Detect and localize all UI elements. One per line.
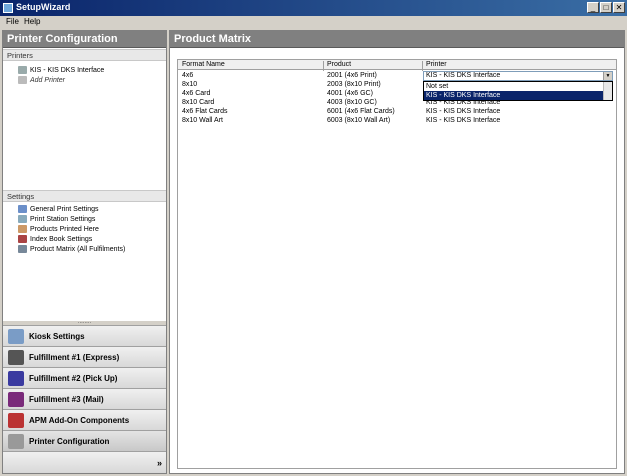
cell-printer[interactable]: KIS - KIS DKS Interface <box>426 108 500 115</box>
nav-fulfillment-mail[interactable]: Fulfillment #3 (Mail) <box>3 388 166 409</box>
nav-kiosk-settings[interactable]: Kiosk Settings <box>3 325 166 346</box>
nav-printer-configuration[interactable]: Printer Configuration <box>3 430 166 451</box>
printer-icon <box>8 434 24 449</box>
nav-footer: » <box>3 451 166 473</box>
cell-format: 8x10 <box>182 81 198 88</box>
menu-file[interactable]: File <box>6 17 19 26</box>
products-icon <box>18 225 27 233</box>
settings-item-print-station[interactable]: Print Station Settings <box>18 215 95 225</box>
close-button[interactable]: ✕ <box>613 2 625 13</box>
cell-format: 8x10 Card <box>182 99 215 106</box>
maximize-button[interactable]: □ <box>600 2 612 13</box>
product-matrix-icon <box>18 245 27 253</box>
dropdown-option-not-set[interactable]: Not set <box>424 82 612 91</box>
nav-fulfillment-pickup[interactable]: Fulfillment #2 (Pick Up) <box>3 367 166 388</box>
chevron-icon[interactable]: » <box>157 458 162 468</box>
add-printer-icon <box>18 76 27 84</box>
menu-help[interactable]: Help <box>24 17 40 26</box>
hand-icon <box>8 350 24 365</box>
settings-icon <box>18 205 27 213</box>
column-header-product[interactable]: Product <box>327 61 351 68</box>
index-book-icon <box>18 235 27 243</box>
cell-product: 6003 (8x10 Wall Art) <box>327 117 391 124</box>
left-pane-title: Printer Configuration <box>3 31 166 48</box>
printer-combo[interactable]: KIS - KIS DKS Interface ▼ <box>423 71 613 81</box>
combo-value: KIS - KIS DKS Interface <box>426 72 501 79</box>
settings-item-products-printed[interactable]: Products Printed Here <box>18 225 99 235</box>
cell-format: 4x6 Flat Cards <box>182 108 228 115</box>
printers-section-title: Printers <box>3 49 166 61</box>
column-header-format[interactable]: Format Name <box>182 61 225 68</box>
settings-item-general-print[interactable]: General Print Settings <box>18 205 98 215</box>
title-bar: SetupWizard _ □ ✕ <box>0 0 627 16</box>
add-printer-item[interactable]: Add Printer <box>18 76 65 86</box>
print-station-icon <box>18 215 27 223</box>
printer-icon <box>18 66 27 74</box>
settings-item-index-book[interactable]: Index Book Settings <box>18 235 92 245</box>
cell-product: 2001 (4x6 Print) <box>327 72 377 79</box>
nav-fulfillment-express[interactable]: Fulfillment #1 (Express) <box>3 346 166 367</box>
dropdown-scrollbar[interactable] <box>603 82 612 100</box>
menu-bar: File Help <box>0 16 627 28</box>
cell-format: 4x6 <box>182 72 194 79</box>
printer-dropdown-list[interactable]: Not set KIS - KIS DKS Interface <box>423 81 613 101</box>
hand-icon <box>8 371 24 386</box>
settings-section-title: Settings <box>3 190 166 202</box>
cell-product: 2003 (8x10 Print) <box>327 81 381 88</box>
window-title: SetupWizard <box>16 2 71 12</box>
minimize-button[interactable]: _ <box>587 2 599 13</box>
grid-header: Format Name Product Printer <box>178 60 616 71</box>
nav-apm-addon[interactable]: APM Add-On Components <box>3 409 166 430</box>
table-row[interactable]: 8x10 Wall Art 6003 (8x10 Wall Art) KIS -… <box>178 117 616 126</box>
settings-item-product-matrix[interactable]: Product Matrix (All Fulfilments) <box>18 245 125 255</box>
app-icon <box>3 3 13 13</box>
dropdown-option-kis[interactable]: KIS - KIS DKS Interface <box>424 91 612 100</box>
cell-printer[interactable]: KIS - KIS DKS Interface <box>426 117 500 124</box>
column-header-printer[interactable]: Printer <box>426 61 447 68</box>
dropdown-arrow-icon[interactable]: ▼ <box>603 72 612 80</box>
column-divider <box>422 61 423 71</box>
table-row[interactable]: 4x6 Flat Cards 6001 (4x6 Flat Cards) KIS… <box>178 108 616 117</box>
cell-product: 6001 (4x6 Flat Cards) <box>327 108 395 115</box>
kiosk-icon <box>8 329 24 344</box>
right-pane-title: Product Matrix <box>170 31 624 48</box>
hand-icon <box>8 392 24 407</box>
cell-format: 8x10 Wall Art <box>182 117 223 124</box>
left-pane: Printer Configuration Printers KIS - KIS… <box>2 30 167 474</box>
cell-product: 4001 (4x6 GC) <box>327 90 373 97</box>
apm-icon <box>8 413 24 428</box>
cell-product: 4003 (8x10 GC) <box>327 99 377 106</box>
product-matrix-grid: Format Name Product Printer 4x6 2001 (4x… <box>177 59 617 469</box>
right-pane: Product Matrix Format Name Product Print… <box>169 30 625 474</box>
column-divider <box>323 61 324 71</box>
printer-item[interactable]: KIS - KIS DKS Interface <box>18 66 104 76</box>
cell-format: 4x6 Card <box>182 90 211 97</box>
